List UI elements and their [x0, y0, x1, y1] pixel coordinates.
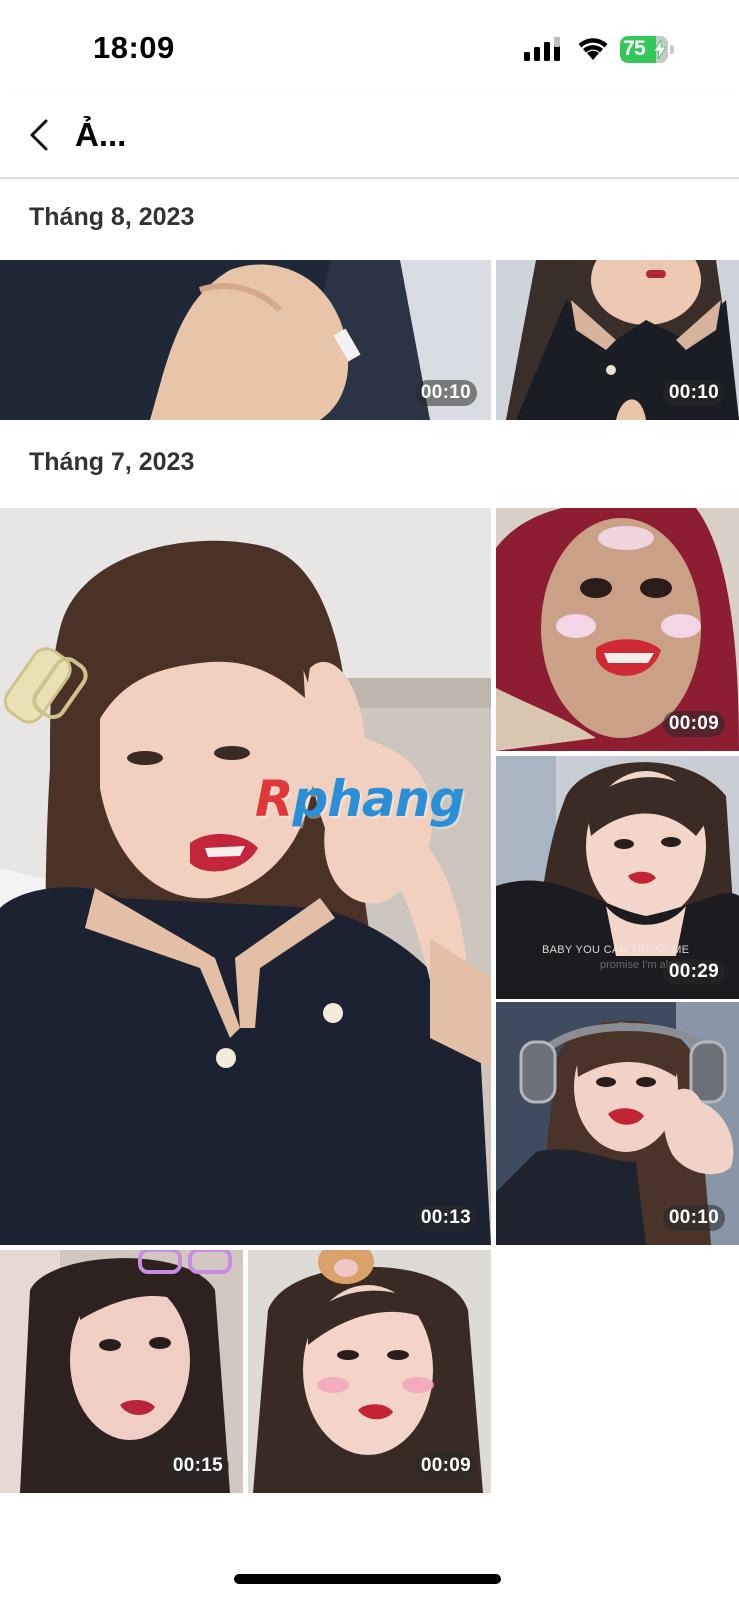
- video-duration: 00:10: [414, 380, 477, 406]
- navigation-bar: Ả...: [0, 95, 739, 179]
- video-duration: 00:29: [662, 959, 725, 985]
- battery-indicator: 75: [620, 36, 674, 63]
- video-duration: 00:09: [662, 711, 725, 737]
- status-bar: 18:09 75: [0, 0, 739, 95]
- video-thumbnail[interactable]: 00:09: [496, 508, 739, 751]
- page-title: Ả...: [75, 116, 127, 153]
- video-preview-image: [0, 508, 491, 1245]
- status-time: 18:09: [93, 30, 175, 65]
- video-thumbnail[interactable]: 00:09: [248, 1250, 491, 1493]
- video-thumbnail[interactable]: BABY YOU CAN TRUST ME promise I'm alone …: [496, 756, 739, 999]
- video-thumbnail[interactable]: 00:15: [0, 1250, 243, 1493]
- home-indicator[interactable]: [234, 1574, 501, 1584]
- video-thumbnail-large[interactable]: Rphang 00:13: [0, 508, 491, 1245]
- video-duration: 00:10: [662, 1205, 725, 1231]
- video-duration: 00:15: [166, 1453, 229, 1479]
- cellular-signal-icon: [524, 37, 560, 61]
- wifi-icon: [578, 38, 608, 60]
- watermark-logo: Rphang: [255, 770, 465, 828]
- video-thumbnail[interactable]: 00:10: [496, 260, 739, 420]
- video-duration: 00:13: [414, 1205, 477, 1231]
- charging-bolt-icon: [654, 40, 666, 59]
- video-duration: 00:09: [414, 1453, 477, 1479]
- chevron-left-icon: [30, 119, 48, 151]
- section-header-august: Tháng 8, 2023: [29, 203, 195, 231]
- video-thumbnail[interactable]: 00:10: [496, 1002, 739, 1245]
- video-thumbnail[interactable]: 00:10: [0, 260, 491, 420]
- back-button[interactable]: [20, 113, 60, 157]
- video-duration: 00:10: [662, 380, 725, 406]
- section-header-july: Tháng 7, 2023: [29, 448, 195, 476]
- battery-level: 75: [623, 37, 646, 60]
- video-caption: BABY YOU CAN TRUST ME: [542, 944, 690, 956]
